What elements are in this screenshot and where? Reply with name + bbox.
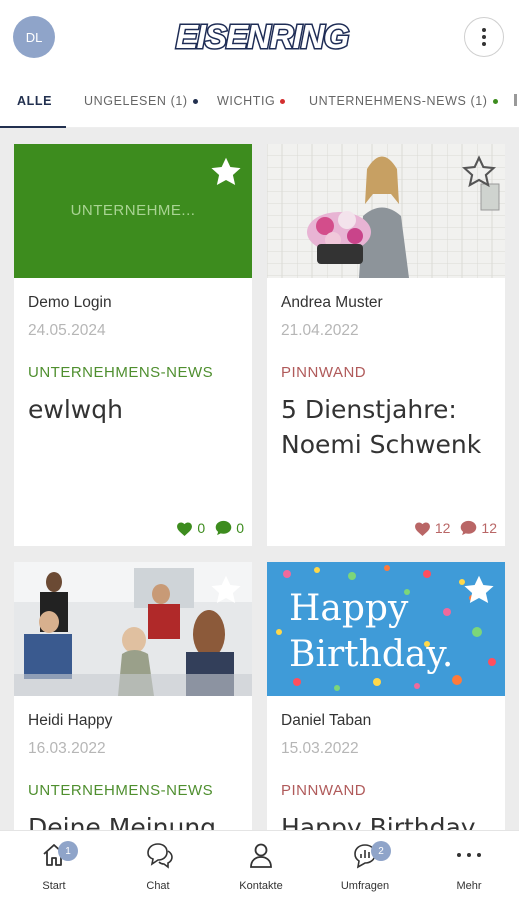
star-icon[interactable]: [461, 572, 497, 608]
comment-icon: [461, 520, 477, 536]
card-date: 24.05.2024: [28, 322, 106, 339]
comment-icon: [215, 520, 232, 536]
card-author: Daniel Taban: [281, 712, 372, 729]
card-image-label: UNTERNEHME...: [70, 202, 196, 219]
comment-count: 0: [236, 520, 244, 536]
card-category: PINNWAND: [281, 782, 367, 799]
heart-icon: [177, 521, 193, 536]
news-card[interactable]: Heidi Happy 16.03.2022 UNTERNEHMENS-NEWS…: [14, 562, 252, 830]
card-title: ewlwqh: [28, 395, 123, 424]
card-category: UNTERNEHMENS-NEWS: [28, 782, 214, 799]
card-image: [14, 562, 252, 696]
news-feed[interactable]: UNTERNEHME... Demo Login 24.05.2024 UNTE…: [0, 128, 519, 830]
card-image: UNTERNEHME...: [14, 144, 252, 278]
card-category: PINNWAND: [281, 364, 367, 381]
app-header: DL EISENRING: [0, 0, 519, 78]
nav-chat[interactable]: Chat: [106, 831, 210, 900]
card-title: Happy Birthday: [281, 813, 476, 830]
image-text-birthday: Birthday.: [289, 634, 453, 675]
like-count: 12: [434, 520, 451, 536]
nav-kontakte[interactable]: Kontakte: [209, 831, 313, 900]
vertical-dots-icon: [482, 28, 486, 46]
nav-umfragen[interactable]: 2 Umfragen: [313, 831, 417, 900]
card-reactions: 12 12: [414, 520, 497, 536]
card-date: 15.03.2022: [281, 740, 359, 757]
more-options-button[interactable]: [464, 17, 504, 57]
star-icon[interactable]: [208, 154, 244, 190]
card-image: Happy Birthday.: [267, 562, 505, 696]
more-horizontal-icon: [457, 853, 481, 857]
nav-mehr[interactable]: Mehr: [417, 831, 519, 900]
like-button[interactable]: 0: [176, 520, 205, 536]
card-author: Heidi Happy: [28, 712, 113, 729]
news-card[interactable]: UNTERNEHME... Demo Login 24.05.2024 UNTE…: [14, 144, 252, 546]
tab-dot: [492, 98, 498, 104]
card-date: 16.03.2022: [28, 740, 106, 757]
tab-more[interactable]: [514, 94, 517, 106]
tab-unternehmens-news[interactable]: UNTERNEHMENS-NEWS (1): [309, 94, 498, 108]
bottom-navigation: 1 Start Chat Kontakte 2 Umfragen Mehr: [0, 830, 519, 900]
chat-icon: [147, 843, 173, 869]
tab-ungelesen[interactable]: UNGELESEN (1): [84, 94, 198, 108]
notification-badge: 2: [371, 841, 391, 861]
comment-button[interactable]: 0: [215, 520, 244, 536]
filter-tabs: ALLE UNGELESEN (1) WICHTIG UNTERNEHMENS-…: [0, 78, 519, 128]
notification-badge: 1: [58, 841, 78, 861]
eisenring-logo: EISENRING: [174, 17, 351, 57]
card-author: Andrea Muster: [281, 294, 383, 311]
card-title: 5 Dienstjahre: Noemi Schwenk: [281, 395, 482, 459]
heart-icon: [414, 521, 430, 536]
star-icon[interactable]: [208, 572, 244, 608]
comment-button[interactable]: 12: [460, 520, 497, 536]
tab-dot: [192, 98, 198, 104]
card-title: Deine Meinung: [28, 813, 217, 830]
tab-alle[interactable]: ALLE: [17, 94, 52, 108]
card-image: [267, 144, 505, 278]
card-author: Demo Login: [28, 294, 112, 311]
image-text-happy: Happy: [289, 588, 409, 629]
news-card[interactable]: Happy Birthday. Daniel Taban 15.03.2022 …: [267, 562, 505, 830]
comment-count: 12: [481, 520, 497, 536]
like-button[interactable]: 12: [414, 520, 451, 536]
card-reactions: 0 0: [176, 520, 244, 536]
person-icon: [250, 843, 272, 868]
avatar[interactable]: DL: [13, 16, 55, 58]
star-icon[interactable]: [461, 154, 497, 190]
like-count: 0: [197, 520, 206, 536]
news-card[interactable]: Andrea Muster 21.04.2022 PINNWAND 5 Dien…: [267, 144, 505, 546]
tab-dot: [280, 98, 286, 104]
nav-start[interactable]: 1 Start: [2, 831, 106, 900]
card-date: 21.04.2022: [281, 322, 359, 339]
card-category: UNTERNEHMENS-NEWS: [28, 364, 214, 381]
tab-wichtig[interactable]: WICHTIG: [217, 94, 286, 108]
svg-text:EISENRING: EISENRING: [176, 18, 349, 55]
